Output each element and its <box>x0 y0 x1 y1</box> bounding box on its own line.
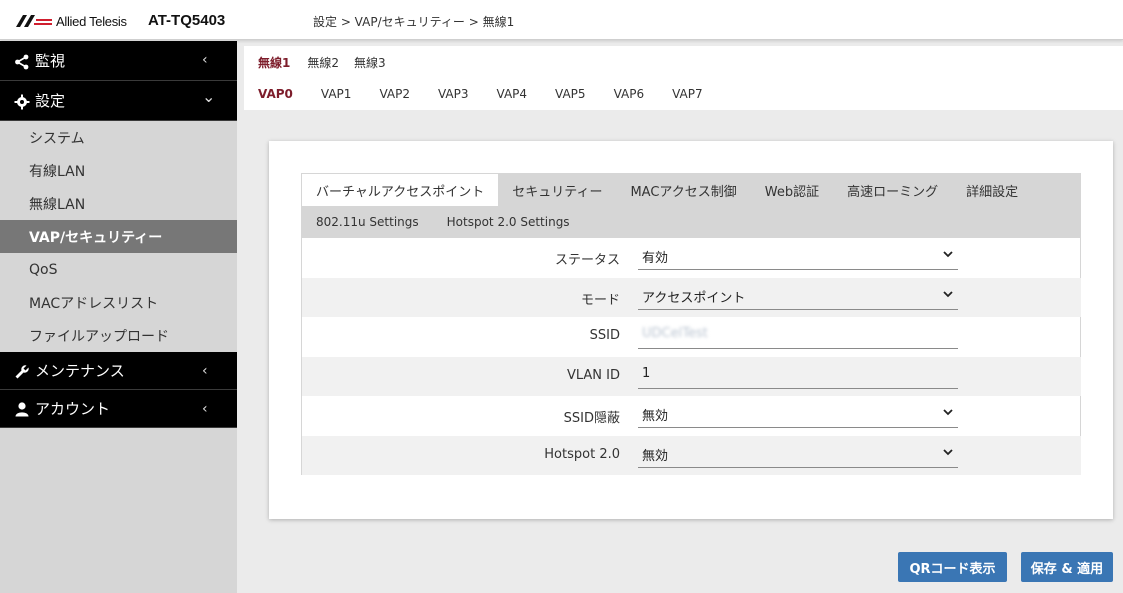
chevron-left-icon: ‹ <box>202 52 208 68</box>
user-icon <box>15 402 29 417</box>
tab-vap1[interactable]: VAP1 <box>307 78 366 110</box>
breadcrumb: 設定 > VAP/セキュリティー > 無線1 <box>313 15 515 29</box>
tab-security[interactable]: セキュリティー <box>498 174 616 206</box>
sub-tab-row-2: 802.11u Settings Hotspot 2.0 Settings <box>302 206 584 238</box>
chevron-down-icon <box>943 290 953 297</box>
nav-maintenance[interactable]: メンテナンス ‹ <box>0 352 237 390</box>
radio-tab-row: 無線1 無線2 無線3 <box>244 46 400 78</box>
ssid-value: UDCelTest <box>642 326 708 341</box>
chevron-down-icon <box>943 448 953 455</box>
nav-settings[interactable]: 設定 ⌄ <box>0 81 237 121</box>
sidebar-item-vap-security[interactable]: VAP/セキュリティー <box>0 220 237 253</box>
form-row-ssid-hidden: SSID隠蔽 無効 <box>302 396 1081 436</box>
ssid-input[interactable]: UDCelTest <box>638 323 958 349</box>
ssid-hidden-select[interactable]: 無効 <box>638 402 958 428</box>
tab-vap7[interactable]: VAP7 <box>658 78 717 110</box>
hotspot-select[interactable]: 無効 <box>638 442 958 468</box>
gear-icon <box>14 94 30 110</box>
tab-fast-roaming[interactable]: 高速ローミング <box>833 174 952 206</box>
tab-virtual-access-point[interactable]: バーチャルアクセスポイント <box>302 174 499 206</box>
hotspot-value: 無効 <box>642 448 669 464</box>
vap-settings-box: バーチャルアクセスポイント セキュリティー MACアクセス制御 Web認証 高速… <box>301 173 1081 475</box>
sidebar-item-wired-lan[interactable]: 有線LAN <box>0 154 237 187</box>
form-row-hotspot: Hotspot 2.0 無効 <box>302 435 1081 475</box>
vlan-id-value: 1 <box>642 365 651 381</box>
logo-mark-icon <box>16 15 52 27</box>
top-header: Allied Telesis AT-TQ5403 設定 > VAP/セキュリティ… <box>0 0 1123 40</box>
form-row-vlan-id: VLAN ID 1 <box>302 356 1081 396</box>
mode-value: アクセスポイント <box>642 290 746 306</box>
chevron-left-icon: ‹ <box>202 363 208 379</box>
chevron-down-icon: ⌄ <box>202 87 216 106</box>
chevron-down-icon <box>943 409 953 416</box>
logo-text: Allied Telesis <box>56 13 127 29</box>
vap-form: ステータス 有効 モード アクセスポイント SSID UDCelTest VLA… <box>302 238 1081 475</box>
vap-tab-row: VAP0 VAP1 VAP2 VAP3 VAP4 VAP5 VAP6 VAP7 <box>244 78 717 110</box>
qr-code-button[interactable]: QRコード表示 <box>898 552 1007 582</box>
status-label: ステータス <box>554 253 620 268</box>
nav-settings-label: 設定 <box>35 92 66 110</box>
tab-vap2[interactable]: VAP2 <box>365 78 424 110</box>
tab-advanced[interactable]: 詳細設定 <box>952 174 1032 206</box>
tab-mac-access-control[interactable]: MACアクセス制御 <box>616 174 750 206</box>
sidebar-item-system[interactable]: システム <box>0 121 237 154</box>
mode-select[interactable]: アクセスポイント <box>638 284 958 310</box>
ssid-hidden-value: 無効 <box>642 409 669 424</box>
tab-vap5[interactable]: VAP5 <box>541 78 600 110</box>
status-value: 有効 <box>642 251 669 266</box>
sidebar-item-qos[interactable]: QoS <box>0 253 237 286</box>
sidebar-item-file-upload[interactable]: ファイルアップロード <box>0 319 237 352</box>
ssid-hidden-label: SSID隠蔽 <box>563 411 620 426</box>
ssid-label: SSID <box>589 328 620 343</box>
tab-strip: 無線1 無線2 無線3 VAP0 VAP1 VAP2 VAP3 VAP4 VAP… <box>244 46 1123 110</box>
status-select[interactable]: 有効 <box>638 244 958 270</box>
tab-80211u-settings[interactable]: 802.11u Settings <box>302 206 433 238</box>
settings-panel: バーチャルアクセスポイント セキュリティー MACアクセス制御 Web認証 高速… <box>269 141 1113 519</box>
save-apply-button[interactable]: 保存 & 適用 <box>1021 552 1113 582</box>
chevron-left-icon: ‹ <box>202 401 208 417</box>
form-row-mode: モード アクセスポイント <box>302 277 1081 317</box>
tab-vap6[interactable]: VAP6 <box>600 78 659 110</box>
sub-tab-row-1: バーチャルアクセスポイント セキュリティー MACアクセス制御 Web認証 高速… <box>302 174 1032 206</box>
chevron-down-icon <box>943 251 953 258</box>
nav-monitor-label: 監視 <box>35 52 66 70</box>
sidebar-item-wireless-lan[interactable]: 無線LAN <box>0 187 237 220</box>
nav-account[interactable]: アカウント ‹ <box>0 390 237 428</box>
tab-radio-2[interactable]: 無線2 <box>305 46 354 78</box>
nav-maintenance-label: メンテナンス <box>35 362 125 380</box>
form-row-status: ステータス 有効 <box>302 238 1081 278</box>
tab-vap4[interactable]: VAP4 <box>483 78 542 110</box>
device-model: AT-TQ5403 <box>148 12 226 29</box>
form-row-ssid: SSID UDCelTest <box>302 317 1081 357</box>
tab-radio-3[interactable]: 無線3 <box>354 46 400 78</box>
nav-account-label: アカウント <box>35 400 111 418</box>
sidebar-item-mac-address-list[interactable]: MACアドレスリスト <box>0 286 237 319</box>
wrench-icon <box>15 365 29 379</box>
tab-radio-1[interactable]: 無線1 <box>244 46 306 78</box>
nav-monitor[interactable]: 監視 ‹ <box>0 41 237 81</box>
mode-label: モード <box>580 292 620 308</box>
tab-vap0[interactable]: VAP0 <box>244 78 307 110</box>
share-icon <box>15 54 29 70</box>
vlan-id-label: VLAN ID <box>566 367 620 383</box>
tab-vap3[interactable]: VAP3 <box>424 78 483 110</box>
allied-telesis-logo: Allied Telesis <box>16 12 127 30</box>
sub-tab-bar: バーチャルアクセスポイント セキュリティー MACアクセス制御 Web認証 高速… <box>302 174 1081 238</box>
tab-web-auth[interactable]: Web認証 <box>751 174 833 206</box>
tab-hotspot20-settings[interactable]: Hotspot 2.0 Settings <box>433 206 584 238</box>
hotspot-label: Hotspot 2.0 <box>544 446 620 462</box>
vlan-id-input[interactable]: 1 <box>638 363 958 389</box>
sidebar: 監視 ‹ 設定 ⌄ システム 有線LAN 無線LAN VAP/セキュリティー Q… <box>0 41 237 593</box>
